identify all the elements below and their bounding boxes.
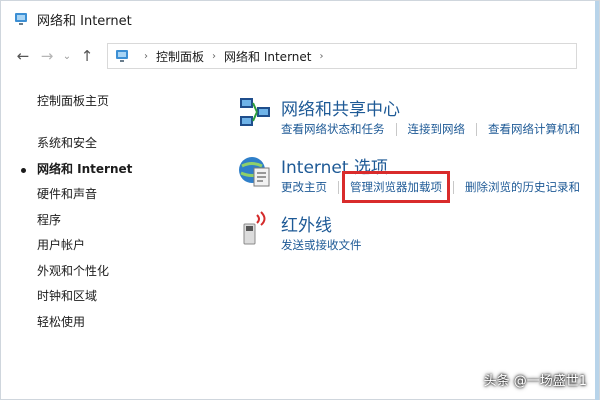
network-sharing-center-links: 查看网络状态和任务 连接到网络 查看网络计算机和: [281, 121, 580, 137]
sidebar-item-appearance[interactable]: 外观和个性化: [19, 259, 149, 285]
chevron-right-icon[interactable]: ›: [319, 51, 323, 62]
sidebar-item-system-security[interactable]: 系统和安全: [19, 131, 149, 157]
arrow-up-icon: ↑: [80, 47, 94, 65]
network-sharing-center-icon: [240, 98, 270, 126]
watermark: 头条 @一场盛世1: [483, 374, 587, 389]
breadcrumb-control-panel[interactable]: 控制面板: [156, 48, 204, 65]
control-panel-icon: [116, 50, 128, 62]
sidebar-item-programs[interactable]: 程序: [19, 208, 149, 234]
link-divider: [453, 180, 454, 194]
sidebar-item-user-accounts[interactable]: 用户帐户: [19, 233, 149, 259]
internet-options-links: 更改主页 管理浏览器加载项 删除浏览的历史记录和: [281, 171, 580, 203]
connect-to-network-link[interactable]: 连接到网络: [408, 121, 466, 137]
infrared-section: 红外线 发送或接收文件: [231, 209, 600, 267]
delete-browsing-history-link[interactable]: 删除浏览的历史记录和: [465, 179, 580, 195]
control-panel-icon: [15, 13, 27, 25]
link-divider: [395, 122, 397, 136]
arrow-right-icon: →: [40, 47, 54, 65]
category-content: 网络和共享中心 查看网络状态和任务 连接到网络 查看网络计算机和 Interne…: [231, 93, 600, 267]
infrared-links: 发送或接收文件: [281, 237, 362, 253]
infrared-icon: [243, 211, 266, 245]
sidebar: 控制面板主页 系统和安全 网络和 Internet 硬件和声音 程序 用户帐户 …: [19, 91, 149, 335]
network-sharing-center-heading[interactable]: 网络和共享中心: [281, 95, 400, 120]
internet-options-section: Internet 选项 更改主页 管理浏览器加载项 删除浏览的历史记录和: [231, 151, 600, 209]
change-homepage-link[interactable]: 更改主页: [281, 179, 327, 195]
infrared-heading[interactable]: 红外线: [281, 211, 332, 236]
network-sharing-center-section: 网络和共享中心 查看网络状态和任务 连接到网络 查看网络计算机和: [231, 93, 600, 151]
view-network-status-link[interactable]: 查看网络状态和任务: [281, 121, 385, 137]
link-divider: [476, 122, 477, 136]
breadcrumb-network-internet[interactable]: 网络和 Internet: [224, 48, 311, 65]
sidebar-home-link[interactable]: 控制面板主页: [19, 91, 149, 111]
arrow-left-icon: ←: [16, 47, 30, 65]
title-bar: 网络和 Internet: [1, 1, 600, 37]
link-divider: [338, 180, 339, 194]
view-network-computers-link[interactable]: 查看网络计算机和: [488, 121, 580, 137]
send-receive-files-link[interactable]: 发送或接收文件: [281, 237, 362, 253]
control-panel-window: 网络和 Internet ← → ⌄ ↑ › 控制面板 › 网络和 Intern…: [0, 0, 600, 400]
address-navigation: ← → ⌄ ↑ › 控制面板 › 网络和 Internet ›: [1, 39, 600, 73]
back-button[interactable]: ←: [11, 44, 35, 68]
chevron-down-icon: ⌄: [62, 50, 72, 62]
recent-locations-button[interactable]: ⌄: [59, 44, 75, 68]
internet-options-icon: [239, 157, 270, 187]
sidebar-item-ease-of-access[interactable]: 轻松使用: [19, 310, 149, 336]
sidebar-item-hardware-sound[interactable]: 硬件和声音: [19, 182, 149, 208]
sidebar-item-clock-region[interactable]: 时钟和区域: [19, 284, 149, 310]
sidebar-item-network-internet[interactable]: 网络和 Internet: [19, 157, 149, 183]
forward-button[interactable]: →: [35, 44, 59, 68]
window-title: 网络和 Internet: [37, 13, 132, 29]
internet-options-heading[interactable]: Internet 选项: [281, 153, 388, 178]
up-button[interactable]: ↑: [75, 44, 99, 68]
chevron-right-icon: ›: [144, 50, 148, 62]
window-right-edge: [595, 1, 599, 400]
sidebar-category-list: 系统和安全 网络和 Internet 硬件和声音 程序 用户帐户 外观和个性化 …: [19, 131, 149, 335]
manage-browser-addons-link[interactable]: 管理浏览器加载项: [342, 171, 450, 203]
chevron-right-icon[interactable]: ›: [212, 51, 216, 62]
address-bar[interactable]: › 控制面板 › 网络和 Internet ›: [107, 43, 577, 69]
